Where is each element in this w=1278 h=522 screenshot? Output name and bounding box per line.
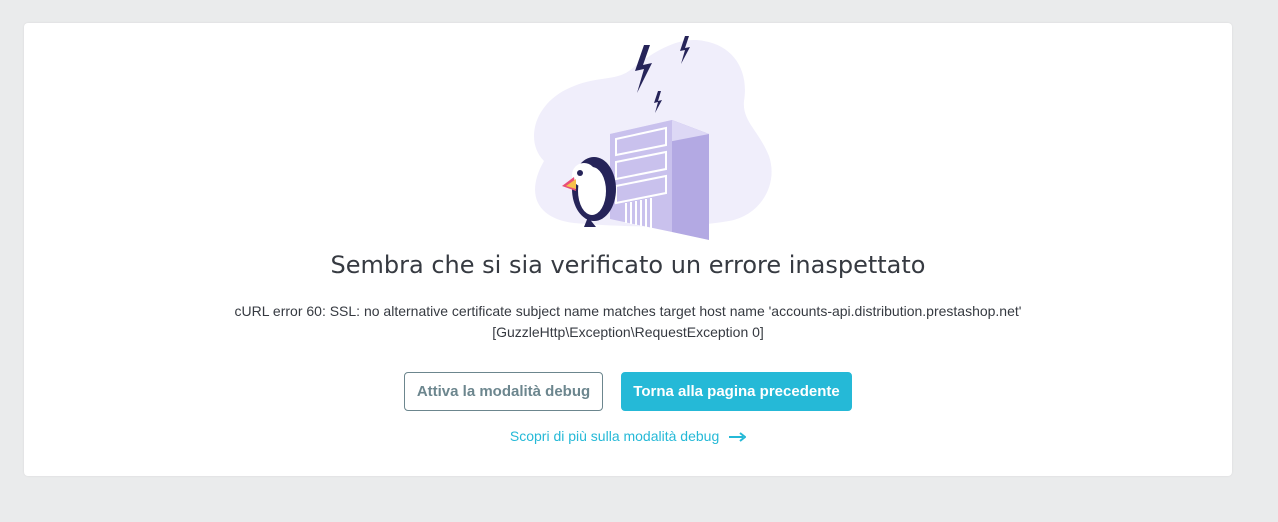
error-message-line: cURL error 60: SSL: no alternative certi… <box>234 303 1022 319</box>
error-exception-line: [GuzzleHttp\Exception\RequestException 0… <box>492 324 764 340</box>
error-card: Sembra che si sia verificato un errore i… <box>24 23 1232 476</box>
error-message: cURL error 60: SSL: no alternative certi… <box>24 301 1232 343</box>
go-back-button[interactable]: Torna alla pagina precedente <box>621 372 852 411</box>
enable-debug-mode-button[interactable]: Attiva la modalità debug <box>404 372 603 411</box>
page-title: Sembra che si sia verificato un errore i… <box>330 251 926 279</box>
learn-more-label: Scopri di più sulla modalità debug <box>509 428 720 444</box>
arrow-right-icon <box>729 429 747 445</box>
puffin-server-error-illustration <box>504 31 794 251</box>
learn-more-debug-link[interactable]: Scopri di più sulla modalità debug <box>24 428 1232 445</box>
